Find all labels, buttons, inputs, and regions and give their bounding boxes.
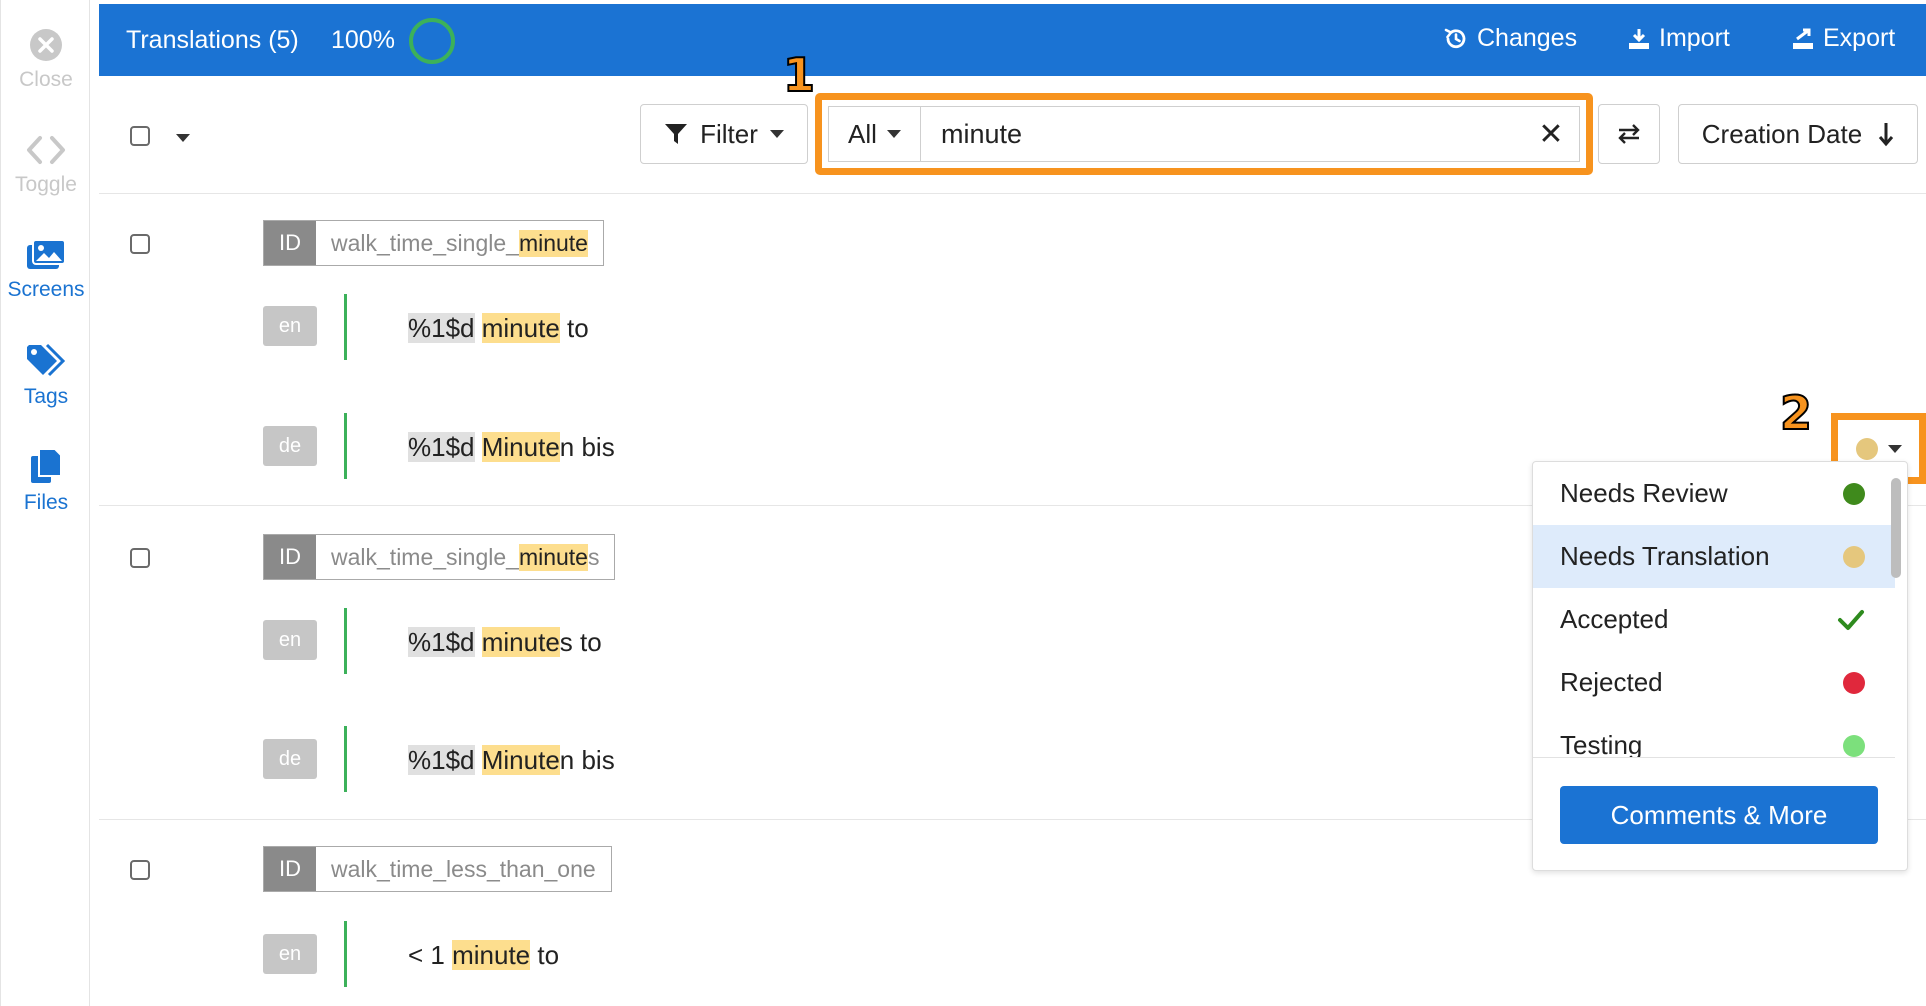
import-button[interactable]: Import — [1627, 24, 1730, 53]
key-id-badge: ID walk_time_single_ minute s — [263, 534, 616, 580]
status-dot-icon — [1855, 437, 1878, 460]
sidebar-item-label: Tags — [23, 385, 69, 408]
progress-percent: 100% — [331, 26, 395, 54]
status-item-label: Testing — [1560, 730, 1643, 758]
row-checkbox[interactable] — [130, 860, 150, 880]
translation-text[interactable]: %1$d Minuten bis — [408, 432, 615, 463]
lang-badge: de — [263, 739, 317, 779]
status-item-label: Accepted — [1560, 604, 1669, 634]
import-icon — [1629, 28, 1649, 49]
key-name[interactable]: walk_time_less_than_one — [316, 847, 611, 891]
import-label: Import — [1659, 24, 1730, 52]
page-title: Translations (5) — [126, 26, 299, 54]
sidebar-item-label: Screens — [7, 278, 85, 301]
key-name[interactable]: walk_time_single_ minute s — [316, 535, 614, 579]
sidebar-item-label: Close — [19, 68, 73, 91]
lang-badge: en — [263, 934, 317, 974]
filter-icon — [665, 124, 688, 144]
status-item-accepted[interactable]: Accepted — [1533, 588, 1895, 651]
search-bar: All ✕ — [828, 106, 1580, 162]
filter-label: Filter — [700, 118, 758, 149]
search-scope-label: All — [848, 118, 877, 149]
code-icon — [27, 136, 65, 164]
status-item-needs-translation[interactable]: Needs Translation — [1533, 525, 1895, 588]
translation-text[interactable]: %1$d minute to — [408, 313, 589, 344]
export-icon — [1793, 28, 1813, 49]
close-icon — [30, 29, 62, 61]
search-highlight: All ✕ — [815, 93, 1593, 175]
changes-button[interactable]: Changes — [1443, 24, 1577, 53]
swap-icon — [1618, 124, 1640, 144]
select-all-checkbox[interactable] — [130, 126, 150, 146]
status-menu-scrollbar[interactable] — [1891, 478, 1901, 578]
status-bar — [344, 726, 347, 792]
search-input[interactable] — [921, 107, 1523, 161]
header-bar: Translations (5) 100% Changes Import Exp… — [99, 4, 1926, 76]
changes-label: Changes — [1477, 24, 1578, 52]
export-button[interactable]: Export — [1791, 24, 1895, 53]
clear-search-icon[interactable]: ✕ — [1523, 107, 1579, 161]
status-bar — [344, 608, 347, 674]
status-item-needs-review[interactable]: Needs Review — [1533, 462, 1895, 525]
status-item-label: Needs Review — [1560, 478, 1728, 508]
sort-label: Creation Date — [1701, 118, 1863, 149]
sidebar-item-label: Files — [23, 491, 69, 514]
status-dot-icon — [1843, 671, 1865, 694]
translation-text[interactable]: < 1 minute to — [408, 940, 559, 971]
status-item-label: Rejected — [1560, 667, 1663, 697]
sidebar: Close Toggle Screens Tags Files — [0, 0, 90, 1006]
tags-icon — [27, 343, 66, 377]
key-name[interactable]: walk_time_single_ minute — [316, 221, 603, 265]
key-id-badge: ID walk_time_less_than_one — [263, 846, 612, 892]
status-item-rejected[interactable]: Rejected — [1533, 651, 1895, 714]
id-label: ID — [264, 535, 316, 579]
status-dot-icon — [1843, 482, 1865, 505]
sidebar-item-label: Toggle — [15, 173, 77, 196]
lang-badge: en — [263, 620, 317, 660]
chevron-down-icon — [886, 130, 901, 138]
search-scope-dropdown[interactable]: All — [829, 107, 921, 161]
row-checkbox[interactable] — [130, 234, 150, 254]
files-icon — [31, 448, 62, 483]
status-menu-list: Needs Review Needs Translation Accepted … — [1533, 462, 1895, 758]
history-icon — [1444, 28, 1466, 48]
filter-button[interactable]: Filter — [640, 104, 808, 164]
comments-more-button[interactable]: Comments & More — [1560, 786, 1878, 844]
sidebar-item-toggle[interactable]: Toggle — [1, 133, 91, 197]
id-label: ID — [264, 847, 316, 891]
id-label: ID — [264, 221, 316, 265]
status-dot-icon — [1843, 734, 1865, 757]
chevron-down-icon — [769, 130, 784, 138]
status-bar — [344, 413, 347, 479]
images-icon — [27, 239, 66, 269]
select-menu-caret[interactable] — [176, 134, 190, 142]
sidebar-item-tags[interactable]: Tags — [1, 343, 91, 409]
sort-descending-icon — [1879, 123, 1894, 147]
status-bar — [344, 294, 347, 360]
sort-button[interactable]: Creation Date — [1678, 104, 1918, 164]
row-checkbox[interactable] — [130, 548, 150, 568]
sidebar-item-close[interactable]: Close — [1, 28, 91, 92]
progress-ring — [409, 18, 455, 64]
callout-number: 1 — [782, 47, 816, 103]
status-item-label: Needs Translation — [1560, 541, 1770, 571]
status-item-testing[interactable]: Testing — [1533, 714, 1895, 758]
export-label: Export — [1823, 24, 1896, 52]
status-menu: Needs Review Needs Translation Accepted … — [1532, 461, 1908, 871]
swap-languages-button[interactable] — [1598, 104, 1660, 164]
translation-text[interactable]: %1$d minutes to — [408, 627, 602, 658]
lang-badge: de — [263, 426, 317, 466]
status-bar — [344, 921, 347, 987]
callout-number: 2 — [1779, 385, 1813, 441]
chevron-down-icon — [1887, 444, 1902, 453]
translation-text[interactable]: %1$d Minuten bis — [408, 745, 615, 776]
sidebar-item-screens[interactable]: Screens — [1, 238, 91, 302]
key-id-badge: ID walk_time_single_ minute — [263, 220, 604, 266]
check-icon — [1838, 609, 1864, 630]
status-dot-icon — [1843, 545, 1865, 568]
sidebar-item-files[interactable]: Files — [1, 447, 91, 515]
lang-badge: en — [263, 306, 317, 346]
